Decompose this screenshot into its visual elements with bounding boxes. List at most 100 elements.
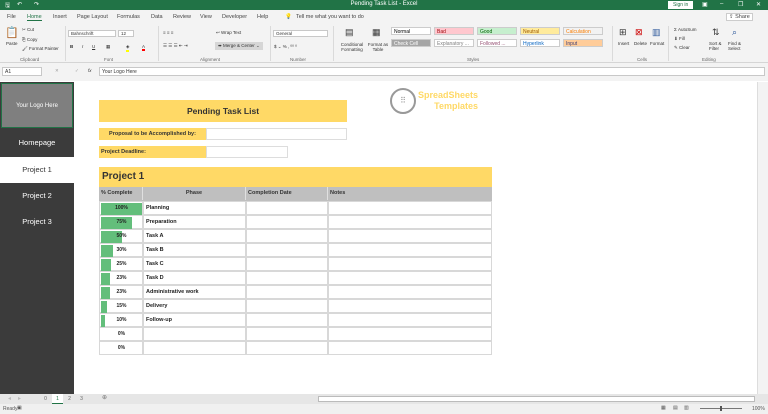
notes-cell[interactable] (328, 285, 492, 299)
phase-cell[interactable]: Administrative work (143, 285, 246, 299)
phase-cell[interactable]: Follow-up (143, 313, 246, 327)
font-color-icon[interactable]: A (142, 44, 146, 51)
formula-input[interactable]: Your Logo Here (99, 67, 765, 76)
enter-icon[interactable]: ✓ (75, 68, 79, 74)
tab-help[interactable]: Help (257, 14, 268, 20)
italic-button[interactable]: I (82, 44, 83, 49)
macro-record-icon[interactable]: ▣ (17, 405, 22, 411)
fill-button[interactable]: ⬇ Fill (674, 36, 685, 42)
phase-cell[interactable]: Task C (143, 257, 246, 271)
complete-cell[interactable]: 75% (99, 215, 143, 229)
complete-cell[interactable]: 100% (99, 201, 143, 215)
cell-style-0[interactable]: Normal (391, 27, 431, 35)
zoom-slider-thumb[interactable] (720, 406, 722, 411)
bold-button[interactable]: B (70, 44, 73, 49)
scroll-tabs-right-icon[interactable]: ▸ (18, 395, 21, 402)
format-as-table-button[interactable]: Format as Table (366, 42, 390, 52)
format-painter-button[interactable]: 🖌 Format Painter (22, 46, 59, 52)
notes-cell[interactable] (328, 299, 492, 313)
horizontal-scrollbar[interactable] (318, 396, 755, 402)
find-select-button[interactable]: Find & Select (728, 41, 746, 51)
complete-cell[interactable]: 23% (99, 285, 143, 299)
notes-cell[interactable] (328, 229, 492, 243)
completion-date-cell[interactable] (246, 313, 328, 327)
completion-date-cell[interactable] (246, 327, 328, 341)
tab-page-layout[interactable]: Page Layout (77, 14, 108, 20)
cell-style-1[interactable]: Bad (434, 27, 474, 35)
phase-cell[interactable]: Preparation (143, 215, 246, 229)
maximize-icon[interactable]: ❐ (738, 1, 743, 8)
page-layout-view-icon[interactable]: ▤ (673, 405, 678, 411)
tab-developer[interactable]: Developer (222, 14, 247, 20)
tab-home[interactable]: Home (27, 14, 42, 21)
tab-data[interactable]: Data (151, 14, 163, 20)
sidebar-item-project-3[interactable]: Project 3 (0, 209, 74, 235)
format-as-table-icon[interactable]: ▦ (372, 27, 381, 38)
cell-style-5[interactable]: Check Cell (391, 39, 431, 47)
fill-color-icon[interactable]: ◈ (126, 44, 130, 52)
complete-cell[interactable]: 30% (99, 243, 143, 257)
conditional-formatting-icon[interactable]: ▤ (345, 27, 354, 38)
cell-style-2[interactable]: Good (477, 27, 517, 35)
sheet-tab[interactable]: 0 (40, 394, 51, 404)
tab-file[interactable]: File (7, 14, 16, 20)
complete-cell[interactable]: 0% (99, 341, 143, 355)
sign-in-button[interactable]: Sign in (668, 1, 694, 9)
sidebar-item-homepage[interactable]: Homepage (0, 130, 74, 156)
find-select-icon[interactable]: ⌕ (732, 27, 737, 38)
completion-date-cell[interactable] (246, 285, 328, 299)
wrap-text-button[interactable]: ↩ Wrap Text (216, 30, 241, 36)
complete-cell[interactable]: 10% (99, 313, 143, 327)
phase-cell[interactable]: Task D (143, 271, 246, 285)
tab-insert[interactable]: Insert (53, 14, 67, 20)
phase-cell[interactable]: Task B (143, 243, 246, 257)
page-break-view-icon[interactable]: ▥ (684, 405, 689, 411)
cancel-icon[interactable]: ✕ (55, 68, 59, 74)
clear-button[interactable]: ✎ Clear (674, 45, 690, 51)
tab-view[interactable]: View (200, 14, 212, 20)
tab-formulas[interactable]: Formulas (117, 14, 140, 20)
paste-icon[interactable]: 📋 (5, 26, 19, 39)
insert-cells-icon[interactable]: ⊞ (619, 27, 627, 38)
sidebar-item-project-1[interactable]: Project 1 (0, 157, 74, 183)
number-format-select[interactable]: General (273, 30, 328, 37)
complete-cell[interactable]: 50% (99, 229, 143, 243)
ribbon-options-icon[interactable]: ▣ (702, 1, 708, 8)
phase-cell[interactable]: Planning (143, 201, 246, 215)
sidebar-item-project-2[interactable]: Project 2 (0, 183, 74, 209)
phase-cell[interactable]: Delivery (143, 299, 246, 313)
phase-cell[interactable] (143, 327, 246, 341)
font-size-select[interactable]: 12 (118, 30, 134, 37)
merge-center-button[interactable]: ⬌ Merge & Center ⌄ (215, 42, 263, 50)
complete-cell[interactable]: 15% (99, 299, 143, 313)
vertical-scrollbar[interactable] (757, 82, 768, 394)
tab-review[interactable]: Review (173, 14, 191, 20)
copy-button[interactable]: ⎘ Copy (22, 37, 37, 42)
cell-style-6[interactable]: Explanatory ... (434, 39, 474, 47)
insert-button[interactable]: Insert (618, 41, 629, 46)
font-name-select[interactable]: Bahnschrift (68, 30, 116, 37)
cut-button[interactable]: ✂ Cut (22, 27, 34, 33)
deadline-input[interactable] (206, 146, 288, 158)
name-box[interactable]: A1 (2, 67, 42, 76)
cell-style-3[interactable]: Neutral (520, 27, 560, 35)
sheet-tab[interactable]: 1 (52, 394, 63, 404)
phase-cell[interactable]: Task A (143, 229, 246, 243)
borders-icon[interactable]: ▦ (106, 44, 110, 50)
format-button[interactable]: Format (650, 41, 664, 46)
cell-style-8[interactable]: Hyperlink (520, 39, 560, 47)
paste-button[interactable]: Paste (6, 41, 18, 46)
currency-icon[interactable]: $ ⌄ % ‚ ⁰⁰ ⁰ (274, 44, 297, 50)
align-left-icon[interactable]: ☰ ☰ ☰ ⇤ ⇥ (163, 43, 188, 49)
notes-cell[interactable] (328, 201, 492, 215)
delete-cells-icon[interactable]: ⊠ (635, 27, 643, 38)
notes-cell[interactable] (328, 341, 492, 355)
notes-cell[interactable] (328, 243, 492, 257)
conditional-formatting-button[interactable]: Conditional Formatting (336, 42, 368, 52)
cell-style-9[interactable]: Input (563, 39, 603, 47)
completion-date-cell[interactable] (246, 201, 328, 215)
delete-button[interactable]: Delete (634, 41, 647, 46)
completion-date-cell[interactable] (246, 243, 328, 257)
scroll-tabs-left-icon[interactable]: ◂ (8, 395, 11, 402)
share-button[interactable]: ⇪ Share (726, 13, 753, 21)
